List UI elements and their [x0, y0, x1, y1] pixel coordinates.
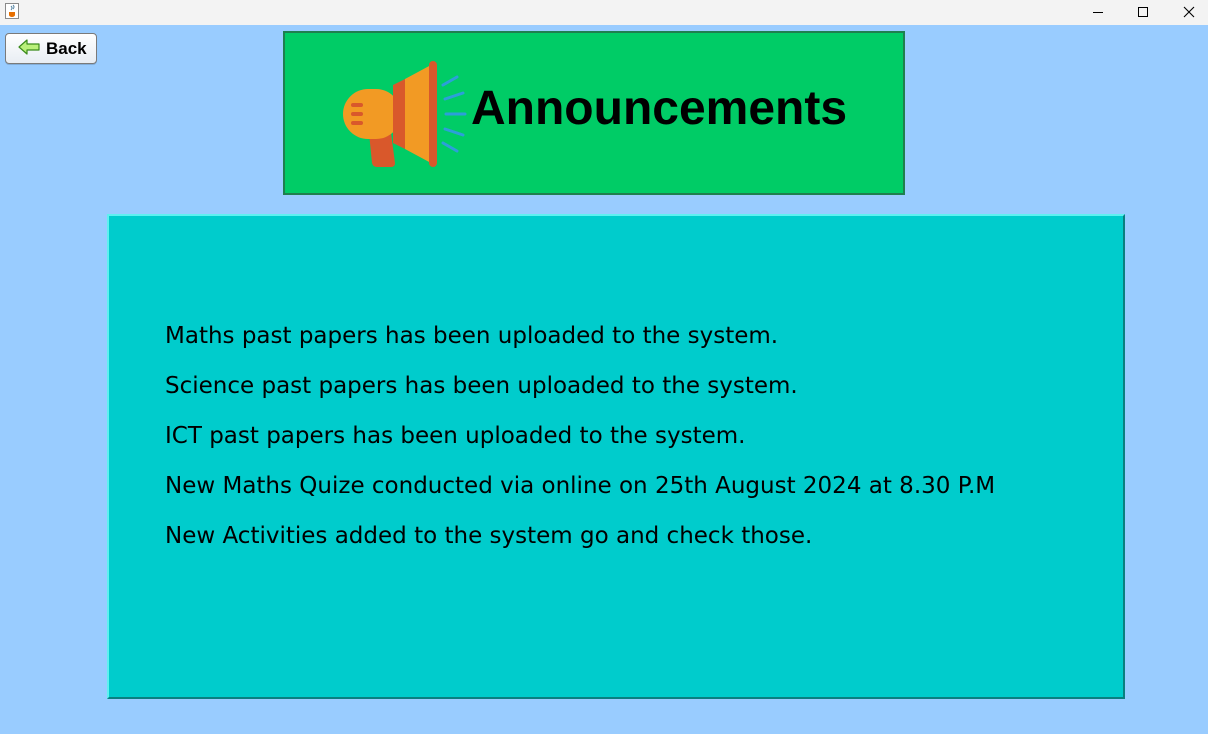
announcement-list: Maths past papers has been uploaded to t…	[165, 316, 995, 566]
maximize-button[interactable]	[1120, 0, 1166, 25]
close-button[interactable]	[1166, 0, 1208, 25]
announcement-item: Maths past papers has been uploaded to t…	[165, 323, 779, 349]
announcements-panel: Maths past papers has been uploaded to t…	[107, 214, 1125, 699]
header-panel: Announcements	[283, 31, 905, 195]
minimize-button[interactable]	[1075, 0, 1121, 25]
page-title: Announcements	[471, 82, 848, 135]
announcement-item: New Maths Quize conducted via online on …	[165, 473, 996, 499]
close-icon	[1183, 3, 1195, 22]
announcement-item: New Activities added to the system go an…	[165, 523, 813, 549]
window-titlebar[interactable]	[0, 0, 1208, 25]
left-arrow-icon	[18, 38, 40, 59]
java-cup-icon	[5, 3, 19, 19]
back-button[interactable]: Back	[5, 33, 97, 64]
announcement-item: Science past papers has been uploaded to…	[165, 373, 798, 399]
minimize-icon	[1092, 3, 1104, 22]
megaphone-icon	[341, 59, 471, 173]
main-content: Back Announcements Maths past papers has…	[0, 25, 1208, 734]
announcement-item: ICT past papers has been uploaded to the…	[165, 423, 746, 449]
back-button-label: Back	[46, 38, 87, 58]
maximize-icon	[1137, 3, 1149, 22]
